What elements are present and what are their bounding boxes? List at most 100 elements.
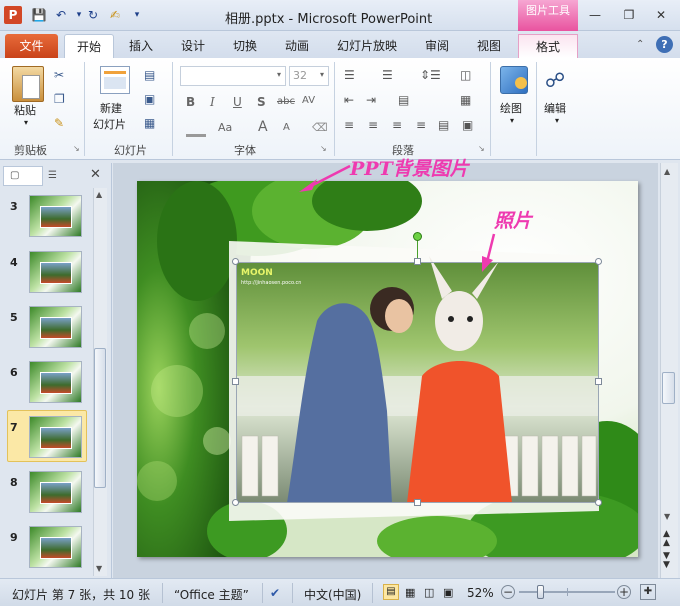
align-text-icon[interactable]: ▦ — [460, 93, 471, 107]
copy-icon[interactable]: ❐ — [54, 92, 65, 106]
line-spacing-icon[interactable]: ⇕☰ — [420, 68, 441, 82]
tab-slideshow[interactable]: 幻灯片放映 — [330, 34, 404, 58]
paragraph-launcher-icon[interactable]: ↘ — [478, 144, 485, 153]
zoom-in-button[interactable]: + — [617, 585, 631, 599]
close-window-button[interactable]: ✕ — [650, 6, 672, 24]
undo-icon[interactable]: ↶ — [52, 7, 70, 23]
resize-handle-ne[interactable] — [595, 258, 602, 265]
editor-scroll-thumb[interactable] — [662, 372, 675, 404]
paste-dropdown-icon[interactable]: ▾ — [24, 118, 28, 127]
shadow-button[interactable]: S — [257, 95, 266, 109]
increase-indent-icon[interactable]: ⇥ — [366, 93, 376, 107]
new-slide-button[interactable]: 幻灯片 — [93, 116, 126, 132]
normal-view-icon[interactable]: ▤ — [383, 584, 399, 600]
decrease-indent-icon[interactable]: ⇤ — [344, 93, 354, 107]
photo-selection-frame[interactable] — [236, 262, 599, 503]
section-icon[interactable]: ▦ — [144, 116, 155, 130]
tab-slides[interactable] — [3, 166, 43, 186]
tab-animations[interactable]: 动画 — [274, 34, 320, 58]
language-indicator[interactable]: 中文(中国) — [304, 586, 361, 603]
new-slide-label[interactable]: 新建 — [100, 100, 122, 116]
save-icon[interactable]: 💾 — [30, 7, 48, 23]
slide-sorter-view-icon[interactable]: ▦ — [405, 586, 415, 599]
layout-icon[interactable]: ▤ — [144, 68, 155, 82]
resize-handle-e[interactable] — [595, 378, 602, 385]
slide-thumbnail[interactable] — [29, 526, 82, 568]
resize-handle-w[interactable] — [232, 378, 239, 385]
format-painter-ribbon-icon[interactable]: ✎ — [54, 116, 64, 130]
clipboard-launcher-icon[interactable]: ↘ — [73, 144, 80, 153]
drawing-dropdown-icon[interactable]: ▾ — [510, 116, 514, 125]
strikethrough-button[interactable]: abc — [277, 96, 295, 107]
drawing-button[interactable]: 绘图 — [500, 100, 522, 116]
numbering-icon[interactable]: ☰ — [382, 68, 393, 82]
cut-icon[interactable]: ✂ — [54, 68, 64, 82]
fit-to-window-icon[interactable]: ✚ — [640, 584, 656, 600]
reading-view-icon[interactable]: ◫ — [424, 586, 434, 599]
theme-name[interactable]: “Office 主题” — [174, 586, 249, 603]
next-slide-icon[interactable]: ▼ ▼ — [663, 552, 670, 570]
slide-thumbnail[interactable] — [29, 361, 82, 403]
outline-tab-icon[interactable]: ☰ — [48, 170, 57, 181]
tab-file[interactable]: 文件 — [5, 34, 58, 58]
new-slide-icon[interactable] — [100, 66, 130, 94]
resize-handle-s[interactable] — [414, 499, 421, 506]
editing-dropdown-icon[interactable]: ▾ — [555, 116, 559, 125]
align-right-icon[interactable]: ≡ — [392, 118, 402, 132]
minimize-button[interactable]: — — [584, 6, 606, 24]
tab-home[interactable]: 开始 — [64, 34, 114, 58]
slide-thumbnail[interactable] — [29, 251, 82, 293]
slide-thumbnail[interactable] — [29, 471, 82, 513]
rotate-handle[interactable] — [413, 232, 422, 241]
zoom-slider-thumb[interactable] — [537, 585, 545, 599]
redo-icon[interactable]: ↻ — [84, 7, 102, 23]
format-painter-icon[interactable]: ✍ — [106, 7, 124, 23]
shapes-icon[interactable] — [500, 66, 528, 94]
thumbnail-scroll-thumb[interactable] — [94, 348, 106, 488]
current-slide[interactable]: MOON http://jinhaosen.poco.cn — [137, 181, 638, 557]
bold-button[interactable]: B — [186, 95, 195, 109]
italic-button[interactable]: I — [210, 95, 215, 109]
clear-formatting-icon[interactable]: ⌫ — [312, 121, 328, 134]
paste-icon[interactable] — [12, 66, 44, 102]
close-panel-icon[interactable]: ✕ — [90, 167, 101, 182]
help-icon[interactable]: ? — [656, 36, 673, 53]
powerpoint-app-icon[interactable]: P — [4, 6, 22, 24]
font-size-dropdown-icon[interactable]: ▾ — [320, 70, 324, 79]
smartart-icon[interactable]: ▣ — [462, 118, 473, 132]
underline-button[interactable]: U — [233, 95, 242, 109]
tab-format[interactable]: 格式 — [518, 34, 578, 58]
tab-transitions[interactable]: 切换 — [222, 34, 268, 58]
zoom-level[interactable]: 52% — [467, 586, 494, 600]
slide-thumbnail[interactable] — [29, 306, 82, 348]
scroll-up-icon[interactable]: ▲ — [96, 190, 102, 199]
restore-button[interactable]: ❐ — [618, 6, 640, 24]
previous-slide-icon[interactable]: ▲ ▲ — [663, 530, 670, 548]
resize-handle-n[interactable] — [414, 258, 421, 265]
tab-design[interactable]: 设计 — [170, 34, 216, 58]
bullets-icon[interactable]: ☰ — [344, 68, 355, 82]
find-binoculars-icon[interactable]: ☍ — [545, 68, 565, 92]
align-left-icon[interactable]: ≡ — [344, 118, 354, 132]
paste-button[interactable]: 粘贴 — [14, 102, 36, 118]
font-name-combo[interactable] — [180, 66, 286, 86]
slideshow-view-icon[interactable]: ▣ — [443, 586, 453, 599]
editor-scroll-down-icon[interactable]: ▼ — [664, 512, 670, 521]
minimize-ribbon-icon[interactable]: ⌃ — [636, 39, 644, 50]
zoom-out-button[interactable]: − — [501, 585, 515, 599]
distributed-icon[interactable]: ▤ — [438, 118, 449, 132]
editing-button[interactable]: 编辑 — [544, 100, 566, 116]
slide-thumbnail-active[interactable] — [29, 416, 82, 458]
character-spacing-button[interactable]: AV — [302, 95, 315, 106]
tab-review[interactable]: 审阅 — [414, 34, 460, 58]
align-center-icon[interactable]: ≡ — [368, 118, 378, 132]
tab-view[interactable]: 视图 — [466, 34, 512, 58]
scroll-down-icon[interactable]: ▼ — [96, 564, 102, 573]
resize-handle-sw[interactable] — [232, 499, 239, 506]
text-direction-icon[interactable]: ▤ — [398, 93, 409, 107]
tab-insert[interactable]: 插入 — [118, 34, 164, 58]
customize-qat-icon[interactable]: ▾ — [128, 7, 146, 23]
grow-font-button[interactable]: A — [258, 119, 268, 135]
slide-thumbnail[interactable] — [29, 195, 82, 237]
resize-handle-nw[interactable] — [232, 258, 239, 265]
